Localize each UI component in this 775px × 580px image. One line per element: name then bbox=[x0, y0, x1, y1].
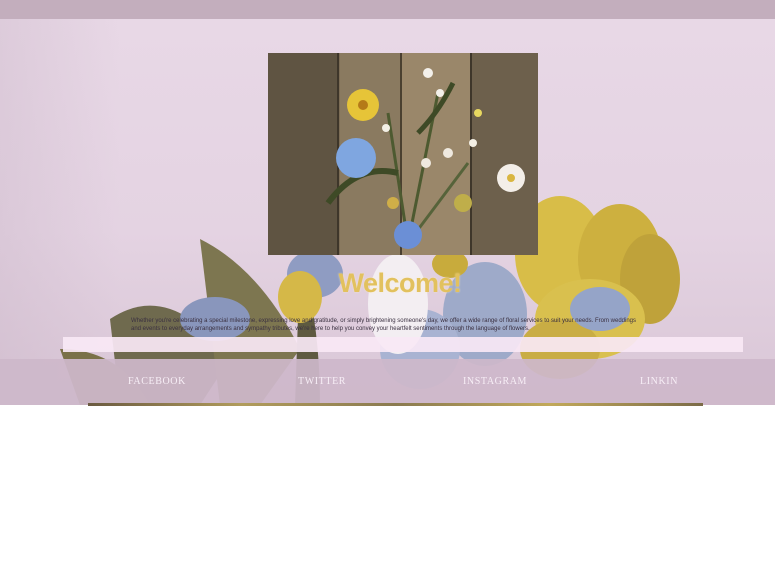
instagram-link[interactable]: INSTAGRAM bbox=[463, 376, 527, 387]
top-bar bbox=[0, 0, 775, 19]
intro-band bbox=[63, 337, 743, 352]
image-bottom-strip bbox=[88, 403, 703, 406]
facebook-link[interactable]: FACEBOOK bbox=[128, 376, 186, 387]
intro-line: Whether you're celebrating a special mil… bbox=[131, 318, 636, 324]
intro-line: and events to everyday arrangements and … bbox=[131, 325, 530, 332]
welcome-heading: Welcome! bbox=[338, 268, 462, 298]
hero-banner bbox=[0, 19, 775, 405]
twitter-link[interactable]: TWITTER bbox=[298, 376, 346, 387]
linkin-link[interactable]: LINKIN bbox=[640, 376, 678, 387]
bouquet-photo bbox=[268, 53, 538, 255]
intro-paragraph: Whether you're celebrating a special mil… bbox=[131, 318, 691, 333]
